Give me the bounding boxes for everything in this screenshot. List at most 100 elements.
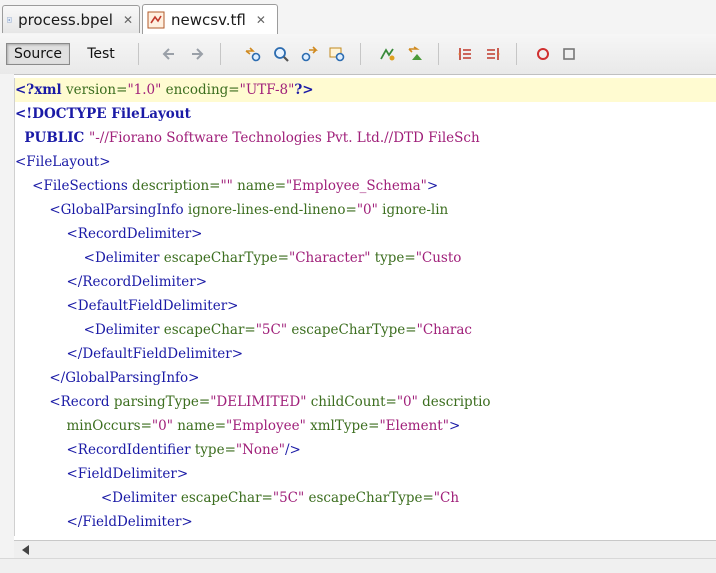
code-token: > (426, 178, 439, 194)
code-token: "5C" (272, 490, 305, 506)
code-line[interactable]: <Delimiter escapeCharType="Character" ty… (15, 246, 716, 270)
code-token: xmlType= (305, 418, 380, 434)
code-token: </FieldDelimiter> (15, 514, 193, 530)
code-line[interactable]: </DefaultFieldDelimiter> (15, 342, 716, 366)
code-line[interactable]: </FieldDelimiter> (15, 510, 716, 534)
back-icon[interactable] (160, 45, 178, 63)
toolbar-separator (516, 43, 517, 65)
tab-process-bpel[interactable]: process.bpel ✕ (2, 5, 140, 33)
editor-toolbar: Source Test (0, 34, 716, 75)
code-line[interactable]: <Delimiter escapeChar="5C" escapeCharTyp… (15, 318, 716, 342)
close-icon[interactable]: ✕ (256, 13, 266, 27)
code-token: escapeCharType= (159, 250, 289, 266)
code-token: descriptio (417, 394, 491, 410)
forward-icon[interactable] (188, 45, 206, 63)
code-token: "1.0" (127, 82, 162, 98)
code-token: <FileSections (15, 178, 128, 194)
code-line[interactable]: </RecordDelimiter> (15, 270, 716, 294)
code-token: "0" (356, 202, 378, 218)
code-token: <Delimiter (15, 490, 177, 506)
toolbar-separator (438, 43, 439, 65)
tab-label: newcsv.tfl (171, 10, 246, 29)
status-strip (0, 558, 716, 573)
code-token: ignore-lines-end-lineno= (183, 202, 357, 218)
record-macro-icon[interactable] (534, 45, 552, 63)
code-token: "0" (396, 394, 418, 410)
code-line[interactable]: <FileSections description="" name="Emplo… (15, 174, 716, 198)
tfl-file-icon (147, 11, 165, 28)
code-line[interactable]: <RecordDelimiter> (15, 222, 716, 246)
find-next-icon[interactable] (300, 45, 318, 63)
xml-source-editor[interactable]: <?xml version="1.0" encoding="UTF-8"?> <!… (14, 78, 716, 536)
code-token: type= (190, 442, 236, 458)
shift-left-icon[interactable] (456, 45, 474, 63)
code-token: <Record (15, 394, 110, 410)
toggle-bookmark-icon[interactable] (378, 45, 396, 63)
code-line[interactable]: minOccurs="0" name="Employee" xmlType="E… (15, 414, 716, 438)
code-token: <DefaultFieldDelimiter> (15, 298, 239, 314)
code-token: "" (220, 178, 233, 194)
find-icon[interactable] (272, 45, 290, 63)
code-token: <FieldDelimiter> (15, 466, 189, 482)
code-token: escapeChar= (159, 322, 256, 338)
code-token: <RecordDelimiter> (15, 226, 203, 242)
code-token: name= (232, 178, 287, 194)
code-token: "Character" (288, 250, 371, 266)
code-line[interactable]: <!DOCTYPE FileLayout (15, 102, 716, 126)
code-token: "0" (151, 418, 173, 434)
close-icon[interactable]: ✕ (123, 13, 133, 27)
code-line[interactable]: </GlobalParsingInfo> (15, 366, 716, 390)
code-token: encoding= (161, 82, 240, 98)
stop-macro-icon[interactable] (560, 45, 578, 63)
code-token: "UTF-8" (239, 82, 295, 98)
code-line[interactable]: <GlobalParsingInfo ignore-lines-end-line… (15, 198, 716, 222)
code-token: "None" (235, 442, 285, 458)
code-token: "Employee" (226, 418, 306, 434)
code-line[interactable]: <FileLayout> (15, 150, 716, 174)
code-token: description= (127, 178, 221, 194)
code-token: "Ch (433, 490, 460, 506)
code-token: parsingType= (109, 394, 211, 410)
code-line[interactable]: <RecordIdentifier type="None"/> (15, 438, 716, 462)
code-token: </DefaultFieldDelimiter> (15, 346, 244, 362)
toolbar-separator (220, 43, 221, 65)
code-token: minOccurs= (15, 418, 152, 434)
code-token: <!DOCTYPE FileLayout (15, 106, 191, 122)
source-view-button[interactable]: Source (6, 43, 70, 65)
code-token: ?> (294, 82, 314, 98)
code-token: "Employee_Schema" (286, 178, 427, 194)
code-token: "DELIMITED" (210, 394, 307, 410)
code-line[interactable]: <DefaultFieldDelimiter> (15, 294, 716, 318)
code-token: escapeChar= (176, 490, 273, 506)
code-line[interactable]: <FieldDelimiter> (15, 462, 716, 486)
tab-label: process.bpel (18, 10, 113, 29)
next-bookmark-icon[interactable] (406, 45, 424, 63)
test-view-button[interactable]: Test (80, 43, 122, 65)
code-line[interactable]: <Record parsingType="DELIMITED" childCou… (15, 390, 716, 414)
code-token: "Charac (416, 322, 472, 338)
code-token: <Delimiter (15, 250, 160, 266)
code-token: PUBLIC (15, 130, 89, 146)
scroll-left-icon[interactable] (22, 545, 29, 555)
tab-newcsv-tfl[interactable]: newcsv.tfl ✕ (142, 4, 278, 34)
code-token: "Element" (379, 418, 449, 434)
find-selection-icon[interactable] (328, 45, 346, 63)
code-token: version= (61, 82, 128, 98)
code-token: <GlobalParsingInfo (15, 202, 184, 218)
code-token: "Custo (415, 250, 462, 266)
code-token: escapeCharType= (304, 490, 434, 506)
code-line[interactable]: <?xml version="1.0" encoding="UTF-8"?> (15, 78, 716, 102)
code-token: </GlobalParsingInfo> (15, 370, 200, 386)
code-token: /> (284, 442, 301, 458)
shift-right-icon[interactable] (484, 45, 502, 63)
code-token: childCount= (306, 394, 397, 410)
code-line[interactable]: <Delimiter escapeChar="5C" escapeCharTyp… (15, 486, 716, 510)
code-token: <?xml (15, 82, 62, 98)
editor-tab-bar: process.bpel ✕ newcsv.tfl ✕ (0, 0, 716, 35)
bpel-file-icon (7, 17, 12, 22)
find-prev-icon[interactable] (244, 45, 262, 63)
code-line[interactable]: PUBLIC "-//Fiorano Software Technologies… (15, 126, 716, 150)
horizontal-scrollbar[interactable] (14, 540, 716, 559)
code-token: type= (370, 250, 416, 266)
editor-gutter (0, 74, 14, 558)
